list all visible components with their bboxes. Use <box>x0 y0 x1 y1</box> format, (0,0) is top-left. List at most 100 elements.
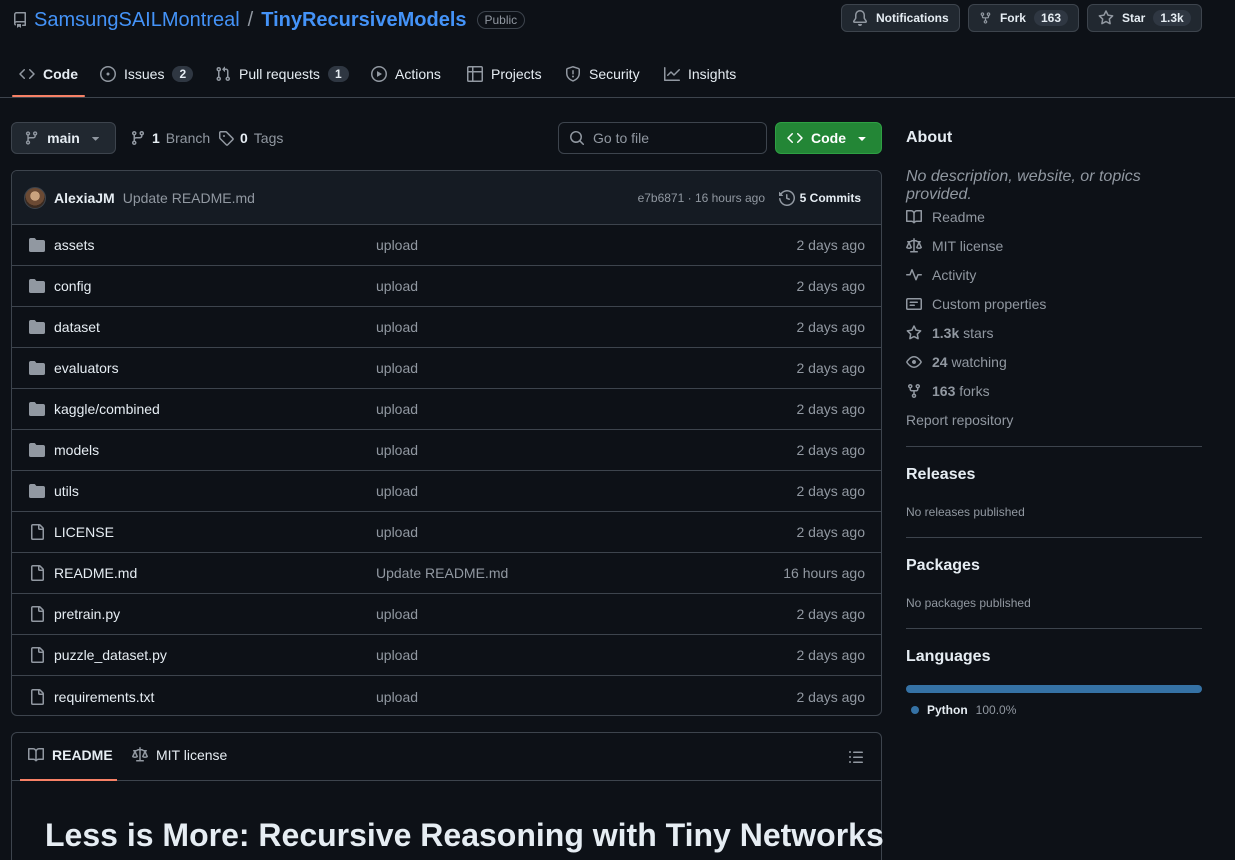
tab-projects[interactable]: Projects <box>467 60 542 88</box>
folder-icon <box>29 319 45 335</box>
file-row[interactable]: models upload 2 days ago <box>12 430 881 471</box>
file-commit-message[interactable]: upload <box>376 689 418 705</box>
file-icon <box>29 688 45 705</box>
file-name-link[interactable]: kaggle/combined <box>54 401 160 417</box>
list-unordered-icon[interactable] <box>848 749 864 765</box>
file-name-link[interactable]: config <box>54 278 91 294</box>
file-commit-message[interactable]: upload <box>376 401 418 417</box>
file-name-link[interactable]: dataset <box>54 319 100 335</box>
file-name-link[interactable]: assets <box>54 237 94 253</box>
language-percent: 100.0% <box>975 703 1017 717</box>
star-icon <box>906 325 922 340</box>
file-name-link[interactable]: README.md <box>54 565 137 581</box>
folder-icon <box>29 401 45 417</box>
star-button[interactable]: Star 1.3k <box>1087 4 1202 32</box>
file-row[interactable]: assets upload 2 days ago <box>12 225 881 266</box>
star-icon <box>1098 10 1114 25</box>
file-row[interactable]: puzzle_dataset.py upload 2 days ago <box>12 635 881 676</box>
branch-icon <box>131 131 144 146</box>
tab-insights[interactable]: Insights <box>664 60 736 88</box>
fork-count: 163 <box>1033 10 1068 26</box>
book-icon <box>906 209 922 224</box>
file-row[interactable]: config upload 2 days ago <box>12 266 881 307</box>
file-row[interactable]: LICENSE upload 2 days ago <box>12 512 881 553</box>
file-name-link[interactable]: evaluators <box>54 360 119 376</box>
avatar[interactable] <box>24 186 46 209</box>
tags-link[interactable]: 0 Tags <box>218 128 283 148</box>
file-row[interactable]: utils upload 2 days ago <box>12 471 881 512</box>
file-name-link[interactable]: utils <box>54 483 79 499</box>
branch-selector[interactable]: main <box>11 122 116 154</box>
repo-owner-link[interactable]: SamsungSAILMontreal <box>34 9 240 32</box>
commit-message[interactable]: Update README.md <box>123 190 255 206</box>
tab-projects-label: Projects <box>491 66 542 82</box>
commit-author[interactable]: AlexiaJM <box>54 190 115 206</box>
file-name-link[interactable]: models <box>54 442 99 458</box>
file-row[interactable]: evaluators upload 2 days ago <box>12 348 881 389</box>
file-date: 2 days ago <box>796 442 866 458</box>
commit-meta[interactable]: e7b6871 · 16 hours ago <box>638 191 765 205</box>
file-date: 16 hours ago <box>783 565 865 581</box>
file-row[interactable]: requirements.txt upload 2 days ago <box>12 676 881 715</box>
tab-license[interactable]: MIT license <box>132 747 227 763</box>
readme-heading: Less is More: Recursive Reasoning with T… <box>45 817 884 853</box>
file-name-link[interactable]: requirements.txt <box>54 689 154 705</box>
tab-pull-requests[interactable]: Pull requests 1 <box>215 60 349 88</box>
bell-icon <box>852 10 867 26</box>
file-row[interactable]: pretrain.py upload 2 days ago <box>12 594 881 635</box>
history-icon <box>778 189 795 206</box>
file-row[interactable]: README.md Update README.md 16 hours ago <box>12 553 881 594</box>
readme-link[interactable]: Readme <box>906 207 985 227</box>
file-name-link[interactable]: LICENSE <box>54 524 114 540</box>
go-to-file-input[interactable]: Go to file <box>558 122 767 154</box>
forks-link[interactable]: 163 forks <box>906 381 990 401</box>
file-commit-message[interactable]: upload <box>376 606 418 622</box>
tab-actions[interactable]: Actions <box>371 60 441 88</box>
watching-link[interactable]: 24 watching <box>906 352 1007 372</box>
stars-label: stars <box>963 325 994 341</box>
file-commit-message[interactable]: Update README.md <box>376 565 508 581</box>
tab-readme[interactable]: README <box>28 747 113 763</box>
file-commit-message[interactable]: upload <box>376 319 418 335</box>
about-title: About <box>906 129 953 146</box>
active-readme-tab-indicator <box>20 779 117 781</box>
file-row[interactable]: kaggle/combined upload 2 days ago <box>12 389 881 430</box>
activity-link[interactable]: Activity <box>906 265 976 285</box>
tab-issues[interactable]: Issues 2 <box>100 60 194 88</box>
file-commit-message[interactable]: upload <box>376 278 418 294</box>
folder-icon <box>29 237 45 253</box>
tab-license-label: MIT license <box>156 747 228 763</box>
file-commit-message[interactable]: upload <box>376 360 418 376</box>
branches-link[interactable]: 1 Branch <box>130 128 210 148</box>
law-icon <box>906 238 922 253</box>
repo-name-link[interactable]: TinyRecursiveModels <box>261 9 466 32</box>
stars-link[interactable]: 1.3k stars <box>906 323 993 343</box>
code-dropdown-button[interactable]: Code <box>775 122 882 154</box>
packages-title[interactable]: Packages <box>906 557 980 575</box>
file-row[interactable]: dataset upload 2 days ago <box>12 307 881 348</box>
file-name-link[interactable]: pretrain.py <box>54 606 120 622</box>
file-commit-message[interactable]: upload <box>376 647 418 663</box>
file-commit-message[interactable]: upload <box>376 483 418 499</box>
file-commit-message[interactable]: upload <box>376 237 418 253</box>
report-repository-link[interactable]: Report repository <box>906 410 1013 430</box>
commits-link[interactable]: 5 Commits <box>778 189 861 206</box>
issue-icon <box>100 66 116 82</box>
releases-title[interactable]: Releases <box>906 466 975 484</box>
language-bar <box>906 685 1202 693</box>
file-name-link[interactable]: puzzle_dataset.py <box>54 647 167 663</box>
sidebar-divider <box>906 628 1202 629</box>
file-commit-message[interactable]: upload <box>376 524 418 540</box>
language-python[interactable]: Python 100.0% <box>911 703 1016 717</box>
file-date: 2 days ago <box>796 647 866 663</box>
license-link[interactable]: MIT license <box>906 236 1003 256</box>
file-date: 2 days ago <box>796 483 866 499</box>
notifications-button[interactable]: Notifications <box>841 4 960 32</box>
custom-properties-link[interactable]: Custom properties <box>906 294 1046 314</box>
tab-security[interactable]: Security <box>565 60 640 88</box>
file-commit-message[interactable]: upload <box>376 442 418 458</box>
fork-button[interactable]: Fork 163 <box>968 4 1079 32</box>
tab-code[interactable]: Code <box>19 60 78 88</box>
commits-count: 5 Commits <box>799 190 861 205</box>
stars-count: 1.3k <box>932 325 960 341</box>
